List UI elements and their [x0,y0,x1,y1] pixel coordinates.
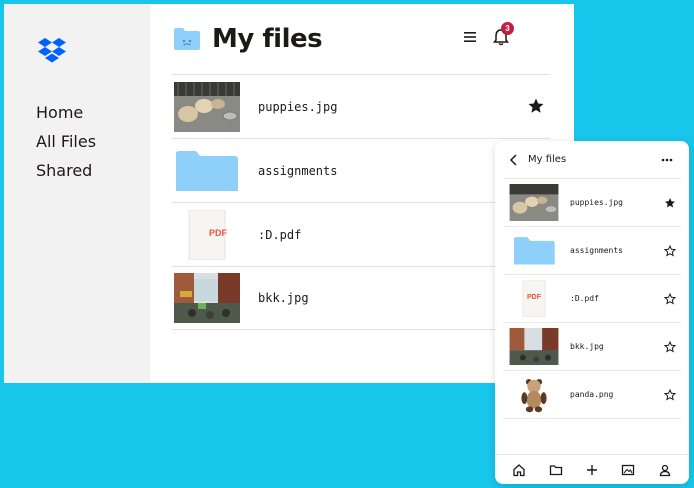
star-filled-icon[interactable] [664,197,676,209]
menu-icon[interactable] [463,30,477,44]
chevron-left-icon[interactable] [509,153,519,166]
pdf-label: PDF [527,294,541,301]
mobile-file-row-bkk[interactable]: bkk.jpg [503,323,681,371]
file-name: assignments [258,163,338,178]
dropbox-icon[interactable] [37,38,67,64]
puppies-thumbnail [509,184,559,221]
sidebar-item-shared[interactable]: Shared [36,161,150,190]
mobile-file-row-puppies[interactable]: puppies.jpg [503,179,681,227]
file-name: bkk.jpg [258,291,309,305]
folder-icon [176,150,238,191]
file-name: :D.pdf [258,227,302,242]
mobile-file-list: puppies.jpg assignments PDF :D.pdf bkk.j… [503,179,681,419]
page-title: My files [212,24,323,54]
mobile-title: My files [528,154,567,165]
star-filled-icon[interactable] [527,97,545,115]
file-name: bkk.jpg [570,342,604,351]
file-name: :D.pdf [570,294,599,303]
photos-icon[interactable] [621,463,635,477]
sidebar-nav: Home All Files Shared [36,103,150,190]
pdf-label: PDF [209,228,227,238]
notifications-button[interactable]: 3 [492,22,514,48]
panda-thumbnail [521,378,547,413]
folder-icon [514,237,555,265]
more-icon[interactable] [661,154,673,166]
file-name: puppies.jpg [570,198,623,207]
puppies-thumbnail [174,81,240,132]
file-row-puppies[interactable]: puppies.jpg [172,74,550,138]
star-outline-icon[interactable] [664,245,676,257]
sidebar-item-home[interactable]: Home [36,103,150,132]
file-row-pdf[interactable]: PDF :D.pdf [172,202,550,266]
shared-folder-icon [174,28,200,50]
home-icon[interactable] [512,463,526,477]
mobile-panel: My files puppies.jpg assignments PDF:D.… [495,141,689,484]
sidebar-item-all-files[interactable]: All Files [36,132,150,161]
folder-icon[interactable] [549,463,563,477]
street-thumbnail [174,273,240,323]
mobile-bottom-nav [495,454,689,484]
sidebar: Home All Files Shared [4,4,150,383]
page-header: My files 3 [174,22,552,54]
file-list: puppies.jpg assignments PDF :D.pdf bkk.j… [172,74,550,330]
mobile-file-row-assignments[interactable]: assignments [503,227,681,275]
file-name: assignments [570,246,623,255]
file-name: panda.png [570,390,614,399]
star-outline-icon[interactable] [664,293,676,305]
account-icon[interactable] [658,463,672,477]
notification-badge: 3 [501,22,514,35]
mobile-header: My files [503,141,681,179]
mobile-file-row-pdf[interactable]: PDF :D.pdf [503,275,681,323]
file-name: puppies.jpg [258,99,338,114]
file-row-bkk[interactable]: bkk.jpg [172,266,550,330]
plus-icon[interactable] [585,463,599,477]
mobile-file-row-panda[interactable]: panda.png [503,371,681,419]
desktop-window: Home All Files Shared My files 3 puppies… [4,4,574,383]
star-outline-icon[interactable] [664,341,676,353]
file-row-assignments[interactable]: assignments [172,138,550,202]
street-thumbnail [509,328,559,365]
star-outline-icon[interactable] [664,389,676,401]
